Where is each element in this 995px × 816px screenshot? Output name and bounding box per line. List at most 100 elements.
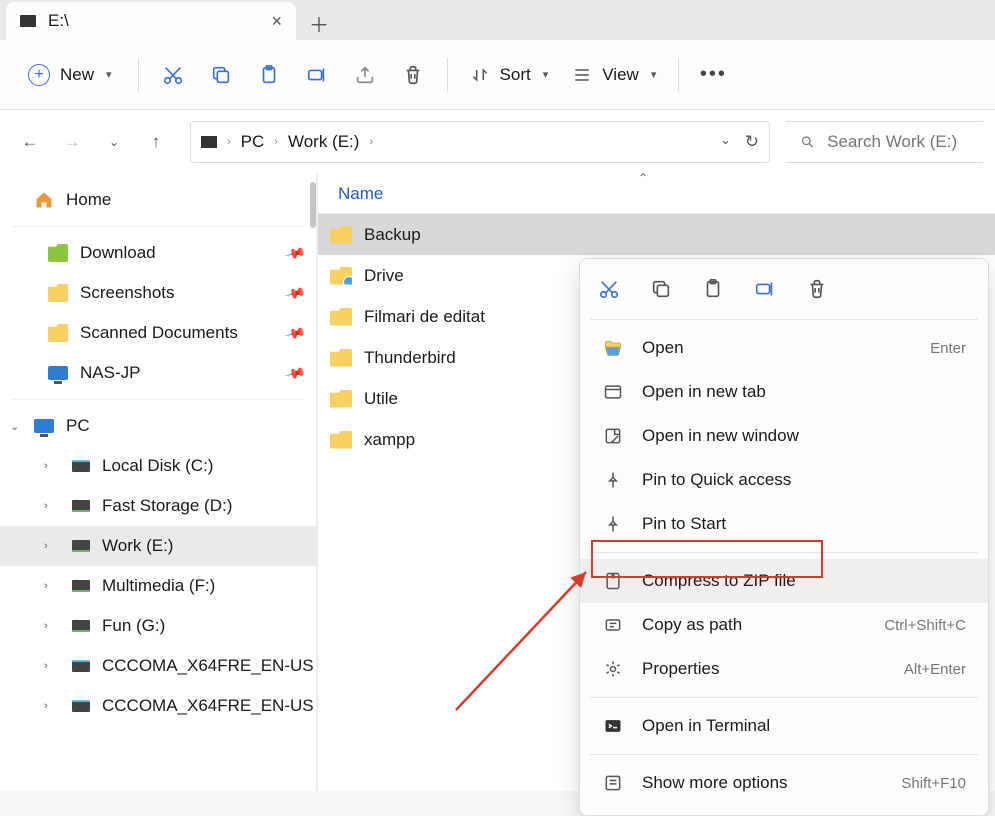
terminal-icon (602, 716, 624, 736)
delete-icon[interactable] (806, 278, 828, 305)
ctx-pin-quick[interactable]: Pin to Quick access (580, 458, 988, 502)
separator (138, 58, 139, 92)
more-button[interactable]: ••• (691, 55, 735, 95)
copy-button[interactable] (199, 55, 243, 95)
breadcrumb-pc[interactable]: PC (241, 132, 265, 152)
paste-icon[interactable] (702, 278, 724, 305)
sidebar-item-download[interactable]: Download 📌 (0, 233, 316, 273)
delete-button[interactable] (391, 55, 435, 95)
sort-label: Sort (500, 65, 531, 85)
tab-title: E:\ (48, 11, 69, 31)
sidebar-drive-f[interactable]: › Multimedia (F:) (0, 566, 316, 606)
ctx-terminal[interactable]: Open in Terminal (580, 704, 988, 748)
forward-button[interactable]: → (54, 124, 90, 160)
sort-asc-icon: ⌃ (638, 171, 648, 185)
drive-icon (20, 15, 36, 27)
close-icon[interactable]: × (271, 11, 282, 32)
chevron-right-icon[interactable]: › (44, 580, 48, 592)
chevron-right-icon[interactable]: › (44, 620, 48, 632)
share-button[interactable] (343, 55, 387, 95)
separator (590, 552, 978, 553)
chevron-down-icon: ▾ (106, 68, 112, 81)
separator (590, 754, 978, 755)
up-button[interactable]: ↑ (138, 124, 174, 160)
sidebar-item-nas[interactable]: NAS-JP 📌 (0, 353, 316, 393)
ctx-shortcut: Enter (930, 340, 966, 357)
sidebar-home[interactable]: Home (0, 180, 316, 220)
ctx-properties[interactable]: Properties Alt+Enter (580, 647, 988, 691)
paste-button[interactable] (247, 55, 291, 95)
pc-icon (34, 419, 54, 433)
separator (12, 399, 304, 400)
sidebar-drive-g[interactable]: › Fun (G:) (0, 606, 316, 646)
recent-button[interactable]: ⌄ (96, 124, 132, 160)
cut-icon[interactable] (598, 278, 620, 305)
sidebar-label: PC (66, 416, 90, 436)
sidebar-drive-e[interactable]: › Work (E:) (0, 526, 316, 566)
zip-icon (602, 571, 624, 591)
sidebar-item-scanned[interactable]: Scanned Documents 📌 (0, 313, 316, 353)
folder-icon (48, 324, 68, 342)
sidebar-drive-cccoma2[interactable]: › CCCOMA_X64FRE_EN-US (0, 686, 316, 726)
drive-icon (72, 500, 90, 512)
file-row[interactable]: Backup (318, 214, 995, 255)
ctx-copy-path[interactable]: Copy as path Ctrl+Shift+C (580, 603, 988, 647)
rename-icon[interactable] (754, 278, 776, 305)
separator (590, 697, 978, 698)
ctx-label: Show more options (642, 773, 788, 793)
folder-icon (330, 431, 352, 449)
refresh-icon[interactable]: ↻ (745, 132, 759, 152)
view-label: View (602, 65, 639, 85)
ctx-compress-zip[interactable]: Compress to ZIP file (580, 559, 988, 603)
view-button[interactable]: View ▾ (562, 65, 666, 85)
ctx-label: Open in Terminal (642, 716, 770, 736)
folder-icon (330, 349, 352, 367)
cut-button[interactable] (151, 55, 195, 95)
rename-button[interactable] (295, 55, 339, 95)
sidebar-drive-c[interactable]: › Local Disk (C:) (0, 446, 316, 486)
sidebar-drive-cccoma1[interactable]: › CCCOMA_X64FRE_EN-US (0, 646, 316, 686)
search-bar[interactable] (786, 121, 983, 163)
tab-icon (602, 382, 624, 402)
sidebar-pc[interactable]: ⌄ PC (0, 406, 316, 446)
chevron-right-icon[interactable]: › (44, 660, 48, 672)
chevron-right-icon[interactable]: › (44, 540, 48, 552)
copy-icon[interactable] (650, 278, 672, 305)
column-header-name[interactable]: Name ⌃ (318, 174, 995, 214)
search-input[interactable] (827, 132, 969, 152)
sidebar-label: Screenshots (80, 283, 175, 303)
drive-icon (72, 580, 90, 592)
separator (590, 319, 978, 320)
nav-row: ← → ⌄ ↑ › PC › Work (E:) › ⌄ ↻ (0, 110, 995, 174)
breadcrumb-work[interactable]: Work (E:) (288, 132, 359, 152)
chevron-down-icon[interactable]: ⌄ (10, 420, 19, 433)
new-button[interactable]: + New ▾ (14, 56, 126, 94)
drive-icon (72, 700, 90, 712)
path-icon (602, 615, 624, 635)
ctx-pin-start[interactable]: Pin to Start (580, 502, 988, 546)
pin-icon: 📌 (283, 281, 307, 304)
sidebar-item-screenshots[interactable]: Screenshots 📌 (0, 273, 316, 313)
ctx-open-window[interactable]: Open in new window (580, 414, 988, 458)
tab-active[interactable]: E:\ × (6, 2, 296, 40)
new-tab-button[interactable]: ＋ (302, 6, 336, 40)
ctx-open[interactable]: Open Enter (580, 326, 988, 370)
chevron-right-icon[interactable]: › (44, 460, 48, 472)
folder-icon (330, 267, 352, 285)
chevron-right-icon[interactable]: › (44, 700, 48, 712)
chevron-right-icon[interactable]: › (44, 500, 48, 512)
sort-button[interactable]: Sort ▾ (460, 65, 559, 85)
ctx-open-tab[interactable]: Open in new tab (580, 370, 988, 414)
ctx-shortcut: Alt+Enter (904, 661, 966, 678)
file-name: Drive (364, 266, 404, 286)
ctx-label: Open (642, 338, 684, 358)
chevron-down-icon[interactable]: ⌄ (720, 132, 731, 152)
drive-icon (72, 620, 90, 632)
ctx-more-options[interactable]: Show more options Shift+F10 (580, 761, 988, 805)
sidebar-drive-d[interactable]: › Fast Storage (D:) (0, 486, 316, 526)
address-bar[interactable]: › PC › Work (E:) › ⌄ ↻ (190, 121, 770, 163)
sidebar-label: NAS-JP (80, 363, 140, 383)
properties-icon (602, 659, 624, 679)
folder-icon (330, 390, 352, 408)
back-button[interactable]: ← (12, 124, 48, 160)
